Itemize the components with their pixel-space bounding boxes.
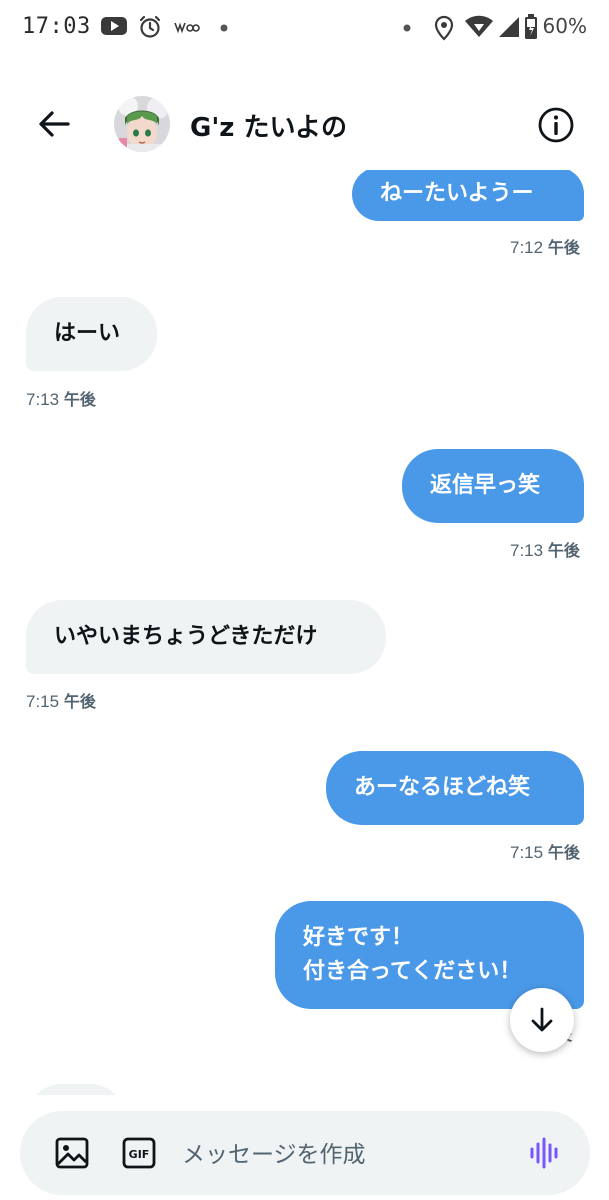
message-timestamp: 7:13 午後 [510,541,580,560]
voice-waveform-icon[interactable] [528,1135,564,1171]
wifi-icon [465,15,493,37]
message-text: 返信早っ笑 [430,473,541,498]
message-text: ねーたいようー [380,181,534,206]
battery-icon [525,14,537,39]
message-text-line: 付き合ってください！ [303,959,522,984]
message-text-line: 好きです！ [303,925,414,950]
message-text: はーい [54,321,121,346]
battery-percentage: 60% [542,14,587,38]
avatar-image [114,96,170,152]
message-bubble-received[interactable]: いやいまちょうどきただけ [26,600,386,674]
gif-label: GIF [129,1148,150,1161]
message-text: いやいまちょうどきただけ [54,624,318,649]
message-composer: GIF メッセージを作成 [20,1111,590,1195]
location-icon [434,15,454,41]
message-timestamp: 7:15 午後 [26,692,96,711]
gif-icon: GIF [122,1137,156,1169]
conversation-name[interactable]: G'z たいよの [190,107,347,144]
message-timestamp: 7:13 午後 [26,390,96,409]
dot-icon [220,24,228,32]
message-list[interactable]: ねーたいようー 7:12 午後 はーい 7:13 午後 返信早っ笑 7:13 午… [0,170,609,1095]
message-text: あーなるほどね笑 [354,775,531,800]
gif-button[interactable]: GIF [122,1137,156,1169]
whoo-icon [174,22,200,34]
message-timestamp: 7:12 午後 [510,238,580,257]
info-circle-icon[interactable] [537,106,575,144]
message-bubble-received[interactable]: はーい [26,297,157,371]
conversation-header: G'z たいよの [0,60,609,170]
message-bubble-sent[interactable]: あーなるほどね笑 [326,751,584,825]
status-time: 17:03 [22,14,91,39]
message-bubble-received-partial[interactable] [26,1084,126,1095]
youtube-icon [101,17,127,35]
back-button[interactable] [34,104,74,144]
alarm-icon [139,15,161,38]
dot-icon [403,24,411,32]
message-timestamp: 7:15 午後 [510,843,580,862]
status-bar: 17:03 60% [0,0,609,60]
scroll-to-bottom-button[interactable] [510,988,574,1052]
message-bubble-sent[interactable]: ねーたいようー [352,170,584,221]
signal-icon [499,17,519,37]
message-input[interactable]: メッセージを作成 [182,1135,366,1169]
message-bubble-sent[interactable]: 返信早っ笑 [402,449,584,523]
avatar[interactable] [114,96,170,152]
image-icon[interactable] [54,1135,90,1171]
arrow-down-icon [531,1007,553,1032]
